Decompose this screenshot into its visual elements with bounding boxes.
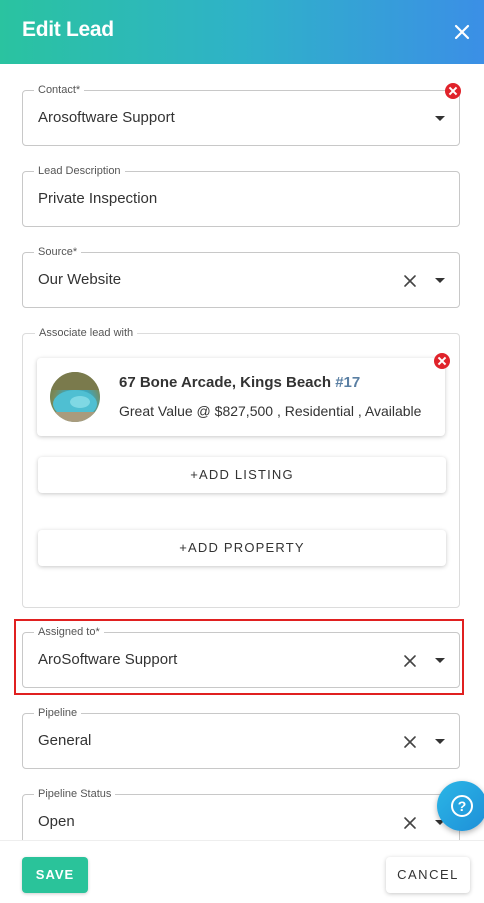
save-button[interactable]: SAVE <box>22 857 88 893</box>
listing-number: #17 <box>335 374 361 391</box>
contact-value: Arosoftware Support <box>38 109 175 126</box>
form-body: Contact* Arosoftware Support Lead Descri… <box>0 64 484 840</box>
chevron-down-icon[interactable] <box>435 739 445 744</box>
dialog-footer: SAVE CANCEL <box>0 840 484 903</box>
chevron-down-icon[interactable] <box>435 278 445 283</box>
pipeline-status-legend: Pipeline Status <box>34 787 116 801</box>
chevron-down-icon[interactable] <box>435 116 445 121</box>
pipeline-legend: Pipeline <box>34 706 82 720</box>
dialog-title: Edit Lead <box>22 18 114 41</box>
pipeline-status-value: Open <box>38 813 75 830</box>
remove-contact-icon[interactable] <box>445 83 461 99</box>
source-value: Our Website <box>38 271 122 288</box>
listing-title: 67 Bone Arcade, Kings Beach #17 <box>119 374 360 391</box>
help-icon: ? <box>451 795 473 817</box>
listing-address: 67 Bone Arcade, Kings Beach <box>119 374 332 391</box>
dialog-header: Edit Lead <box>0 0 484 64</box>
listing-card[interactable]: 67 Bone Arcade, Kings Beach #17 Great Va… <box>37 358 445 436</box>
contact-legend: Contact* <box>34 83 85 97</box>
help-button[interactable]: ? <box>437 781 484 831</box>
pipeline-status-select[interactable]: Pipeline Status Open <box>22 787 460 840</box>
close-icon[interactable] <box>450 20 474 44</box>
remove-listing-icon[interactable] <box>434 353 450 369</box>
associate-lead-section: Associate lead with 67 Bone Arcade, King… <box>22 326 460 608</box>
contact-select[interactable]: Contact* Arosoftware Support <box>22 83 460 146</box>
add-property-button[interactable]: +ADD PROPERTY <box>38 530 446 566</box>
listing-thumbnail <box>50 372 100 422</box>
lead-description-legend: Lead Description <box>34 164 125 178</box>
clear-icon[interactable] <box>403 274 417 288</box>
source-legend: Source* <box>34 245 82 259</box>
highlight-box <box>14 619 464 695</box>
clear-icon[interactable] <box>403 735 417 749</box>
cancel-button[interactable]: CANCEL <box>386 857 470 893</box>
add-listing-button[interactable]: +ADD LISTING <box>38 457 446 493</box>
source-select[interactable]: Source* Our Website <box>22 245 460 308</box>
clear-icon[interactable] <box>403 816 417 830</box>
associate-legend: Associate lead with <box>35 326 138 340</box>
lead-description-value: Private Inspection <box>38 190 158 207</box>
pipeline-select[interactable]: Pipeline General <box>22 706 460 769</box>
pipeline-value: General <box>38 732 92 749</box>
listing-details: Great Value @ $827,500 , Residential , A… <box>119 403 422 419</box>
lead-description-field[interactable]: Lead Description Private Inspection <box>22 164 460 227</box>
